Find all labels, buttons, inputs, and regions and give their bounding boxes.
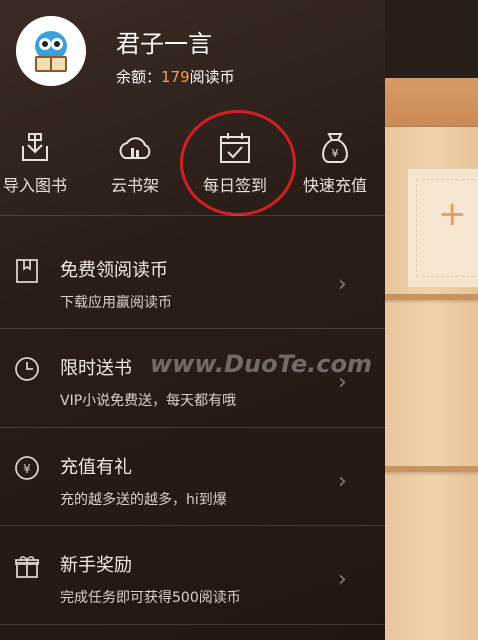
balance-label: 余额：: [116, 68, 162, 86]
balance: 余额：179阅读币: [116, 66, 235, 87]
menu-item-subtitle: VIP小说免费送，每天都有哦: [60, 393, 237, 409]
plus-icon: +: [438, 194, 467, 234]
menu-item-recharge-gift[interactable]: ¥ 充值有礼 充的越多送的越多，hi到爆 ›: [0, 427, 385, 525]
avatar[interactable]: [16, 16, 86, 86]
menu-item-subtitle: 下载应用赢阅读币: [60, 295, 172, 311]
menu-item-subtitle: 充的越多送的越多，hi到爆: [60, 492, 227, 508]
chevron-right-icon: ›: [338, 272, 347, 297]
svg-text:¥: ¥: [332, 147, 339, 160]
money-bag-icon: ¥: [322, 133, 348, 163]
quick-recharge-button[interactable]: ¥ 快速充值: [290, 120, 380, 198]
user-profile[interactable]: 君子一言 余额：179阅读币: [16, 16, 376, 91]
cloud-shelf-icon: [119, 137, 151, 159]
add-book-button[interactable]: +: [407, 168, 478, 288]
calendar-check-icon: [220, 133, 250, 163]
user-name: 君子一言: [116, 30, 212, 58]
balance-value: 179: [161, 68, 190, 86]
avatar-mascot-icon: [16, 16, 86, 86]
divider: [0, 624, 385, 625]
cloud-shelf-label: 云书架: [110, 176, 159, 195]
menu-item-title: 新手奖励: [60, 555, 132, 576]
gift-icon: [15, 556, 39, 578]
import-icon: [22, 133, 48, 161]
import-books-label: 导入图书: [2, 176, 67, 195]
balance-unit: 阅读币: [189, 68, 235, 86]
menu-item-title: 免费领阅读币: [60, 260, 168, 281]
quick-recharge-label: 快速充值: [302, 176, 367, 195]
bookmark-icon: [16, 259, 38, 283]
yen-coin-icon: ¥: [15, 456, 39, 480]
menu-item-subtitle: 完成任务即可获得500阅读币: [60, 590, 241, 606]
shelf-top-bar: [385, 78, 478, 127]
chevron-right-icon: ›: [338, 469, 347, 494]
chevron-right-icon: ›: [338, 567, 347, 592]
daily-checkin-button[interactable]: 每日签到: [190, 120, 280, 198]
menu-item-title: 充值有礼: [60, 457, 132, 478]
shelf-ledge: [385, 466, 478, 472]
clock-icon: [15, 357, 39, 381]
quick-actions: 导入图书 云书架 每日签到 ¥ 快速充值: [0, 120, 385, 210]
watermark: www.DuoTe.com: [150, 350, 372, 378]
shelf-ledge: [385, 294, 478, 300]
divider: [0, 215, 385, 216]
svg-text:¥: ¥: [23, 462, 31, 476]
import-books-button[interactable]: 导入图书: [0, 120, 80, 198]
shelf-board: [385, 78, 478, 640]
menu-item-title: 限时送书: [60, 358, 132, 379]
side-drawer: 君子一言 余额：179阅读币 导入图书 云书架 每日签到 ¥ 快速充值 免费领阅…: [0, 0, 385, 640]
daily-checkin-label: 每日签到: [202, 176, 267, 195]
menu-item-free-coins[interactable]: 免费领阅读币 下载应用赢阅读币 ›: [0, 230, 385, 328]
cloud-shelf-button[interactable]: 云书架: [90, 120, 180, 198]
menu-item-newbie-reward[interactable]: 新手奖励 完成任务即可获得500阅读币 ›: [0, 525, 385, 623]
bookshelf-panel: +: [385, 0, 478, 640]
